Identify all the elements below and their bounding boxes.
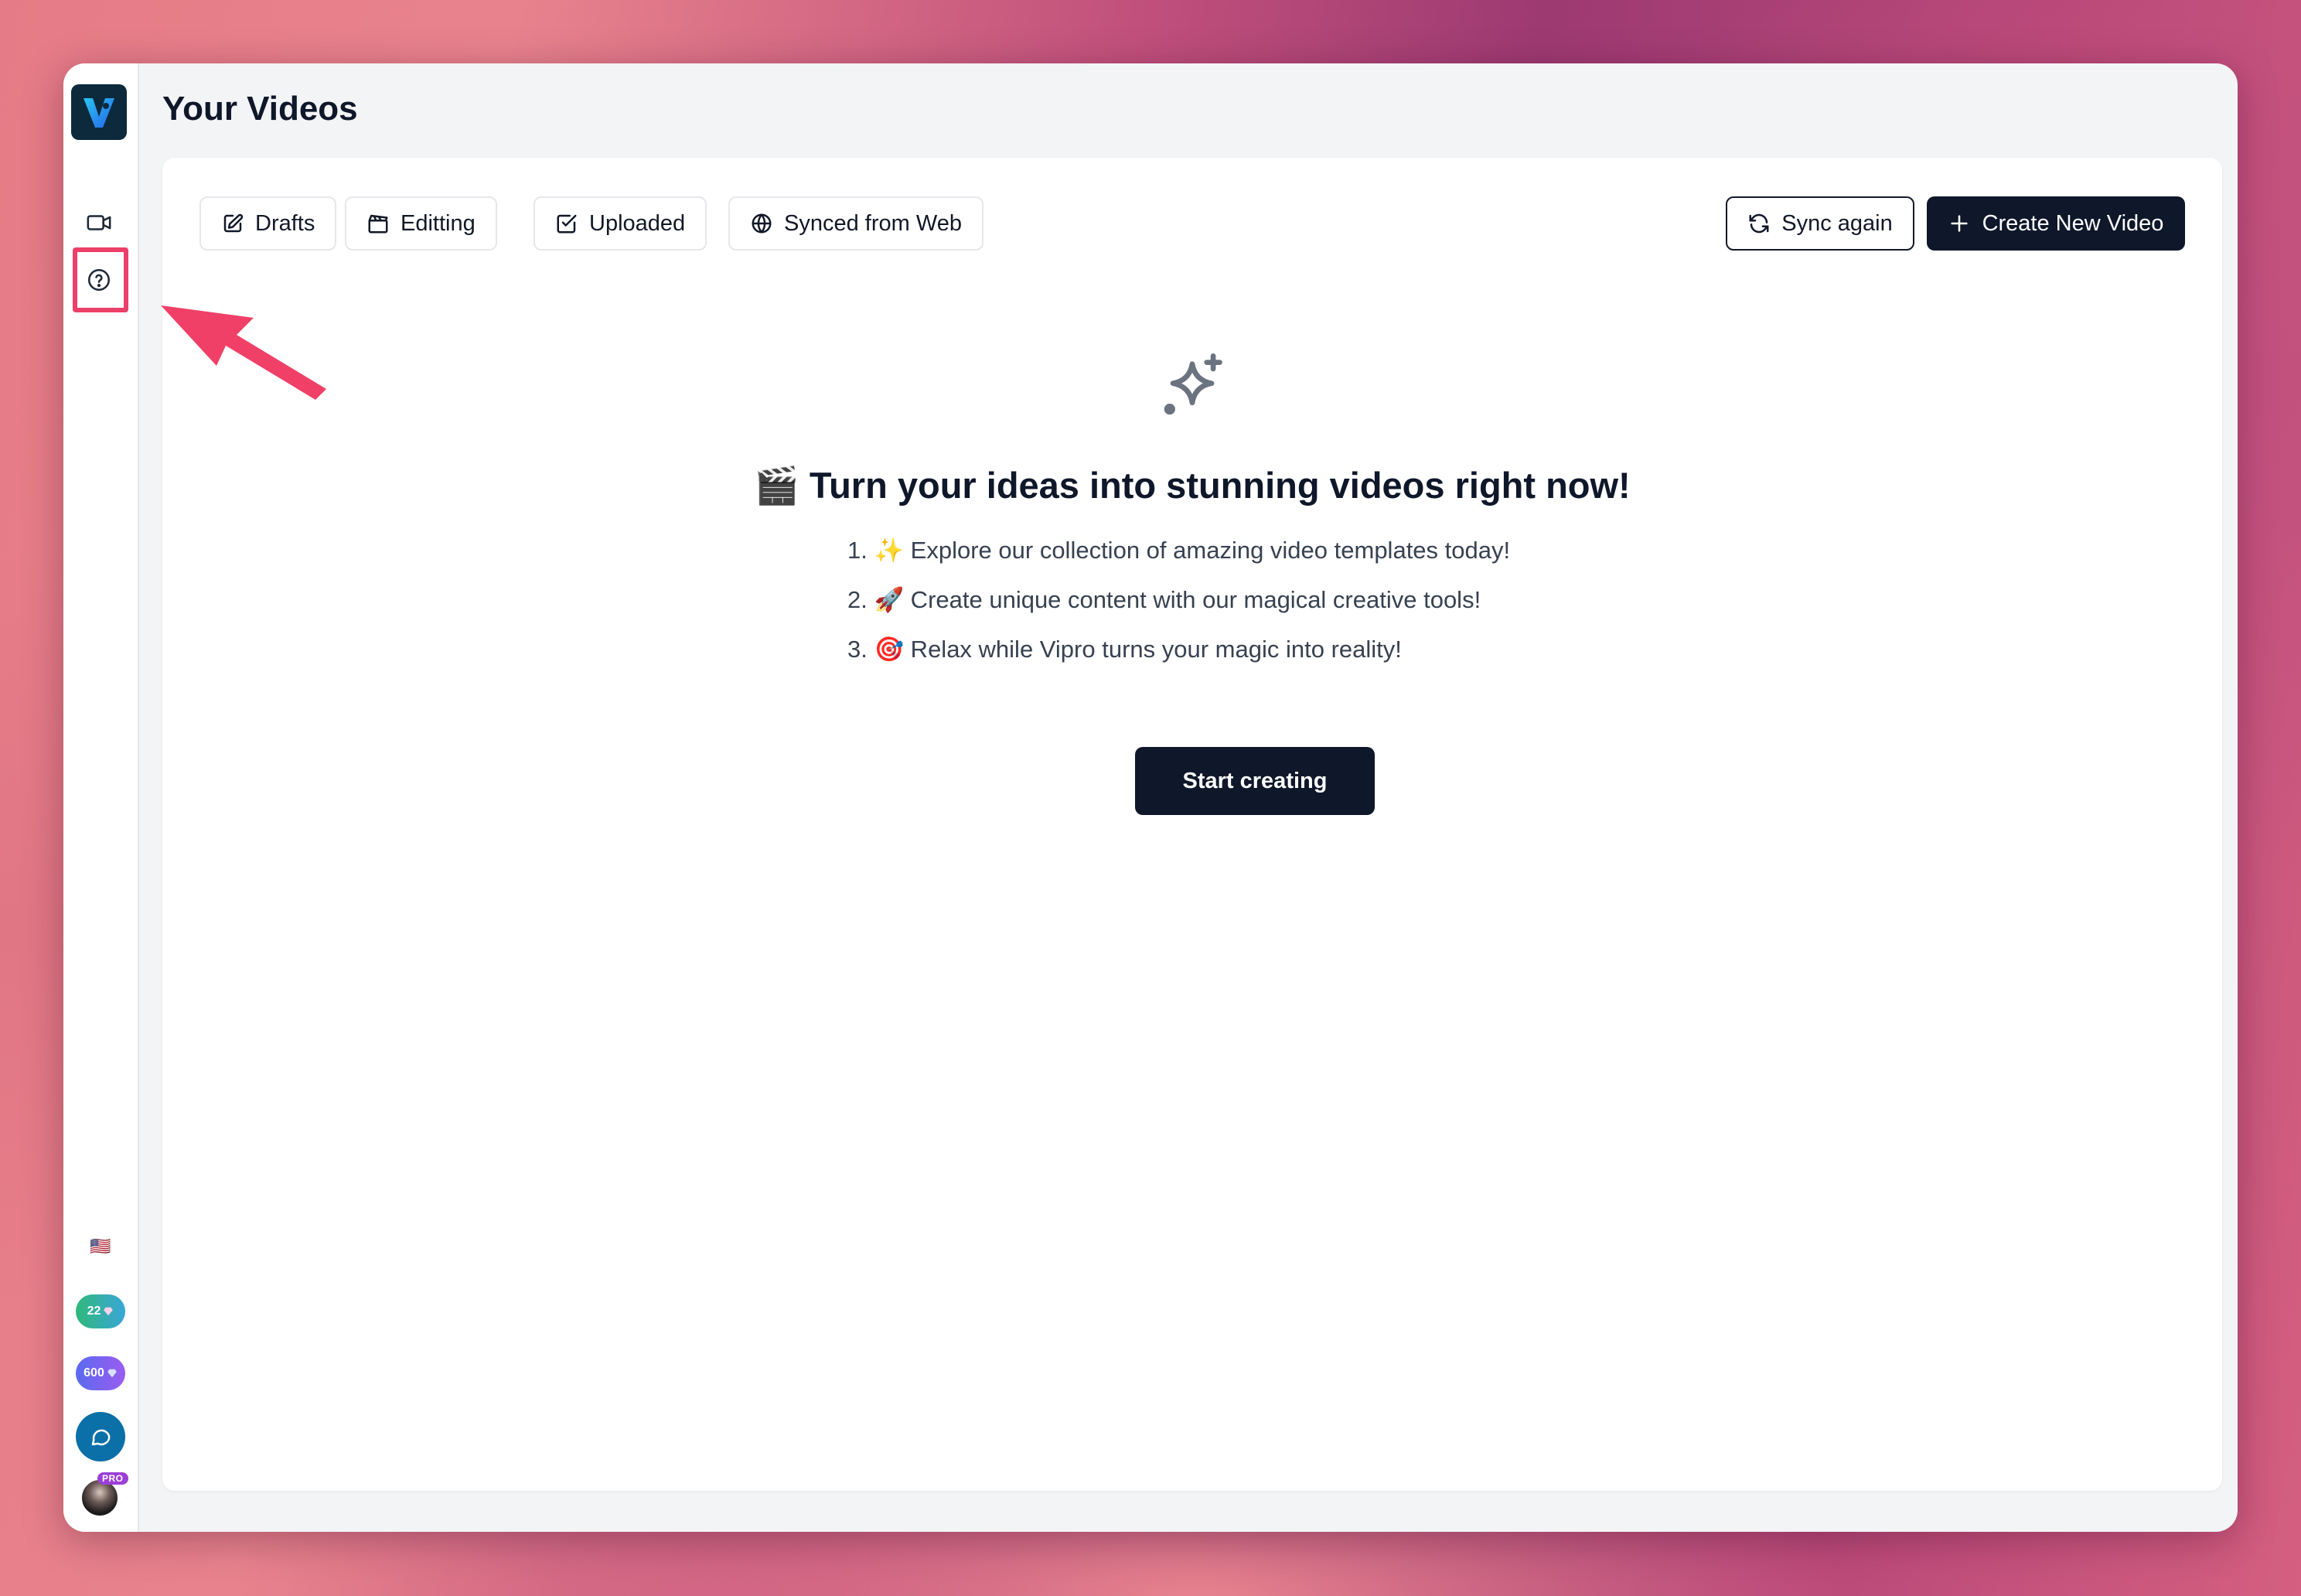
chat-button[interactable] [76, 1412, 125, 1461]
sidebar-item-videos[interactable] [79, 203, 119, 243]
empty-state-steps: 1. ✨ Explore our collection of amazing v… [847, 526, 1510, 674]
gem-icon [104, 1307, 114, 1316]
app-window: 🇺🇸 22 600 PRO Your Videos Drafts Edittin… [63, 63, 2238, 1532]
tab-synced-label: Synced from Web [784, 210, 962, 236]
vipro-logo-icon [84, 98, 114, 128]
step-item: 3. 🎯 Relax while Vipro turns your magic … [847, 636, 1402, 663]
empty-state-headline: 🎬 Turn your ideas into stunning videos r… [754, 465, 1631, 506]
pro-badge: PRO [97, 1472, 128, 1485]
step-item: 1. ✨ Explore our collection of amazing v… [847, 537, 1511, 564]
edit-icon [223, 213, 244, 233]
sync-again-button[interactable]: Sync again [1726, 196, 1914, 251]
language-flag[interactable]: 🇺🇸 [87, 1237, 114, 1256]
tab-drafts-label: Drafts [255, 210, 315, 236]
page-title: Your Videos [162, 90, 358, 128]
sync-again-label: Sync again [1781, 210, 1893, 236]
refresh-icon [1749, 213, 1769, 234]
help-highlight-box [73, 247, 128, 312]
gem-icon [107, 1369, 117, 1378]
chat-bubble-icon [91, 1429, 111, 1446]
tab-drafts[interactable]: Drafts [199, 196, 337, 251]
plus-icon [1950, 215, 1968, 232]
video-camera-icon [87, 215, 111, 230]
app-logo[interactable] [71, 84, 127, 140]
globe-icon [752, 213, 772, 234]
credits-green-value: 22 [87, 1304, 101, 1318]
step-item: 2. 🚀 Create unique content with our magi… [847, 586, 1481, 613]
check-square-icon [557, 214, 577, 234]
create-new-video-button[interactable]: Create New Video [1927, 196, 2185, 251]
credits-purple-value: 600 [84, 1366, 104, 1379]
annotation-arrow [161, 305, 326, 400]
tab-editting[interactable]: Editting [345, 196, 497, 251]
videos-panel: Drafts Editting Uploaded Synced from Web [162, 158, 2222, 1491]
sparkles-icon [1164, 353, 1222, 415]
tab-uploaded-label: Uploaded [589, 210, 686, 236]
tab-uploaded[interactable]: Uploaded [533, 196, 707, 251]
credits-badge-green[interactable]: 22 [76, 1294, 125, 1328]
credits-badge-purple[interactable]: 600 [76, 1356, 125, 1390]
sidebar: 🇺🇸 22 600 PRO [63, 63, 139, 1532]
tab-editting-label: Editting [401, 210, 476, 236]
clapperboard-icon [368, 214, 388, 234]
create-new-video-label: Create New Video [1982, 210, 2164, 236]
tab-synced-from-web[interactable]: Synced from Web [728, 196, 983, 251]
start-creating-button[interactable]: Start creating [1135, 747, 1375, 815]
